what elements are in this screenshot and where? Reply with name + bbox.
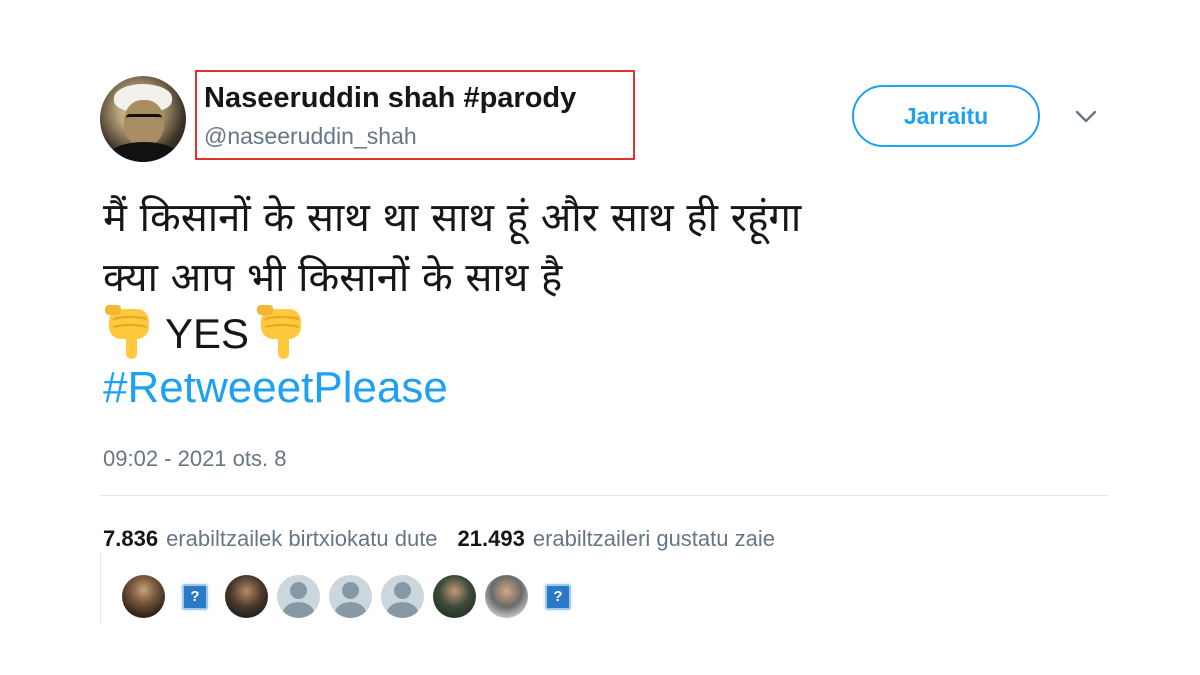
likes-stat[interactable]: 21.493 erabiltzaileri gustatu zaie <box>458 526 775 552</box>
liker-avatar[interactable] <box>225 575 268 618</box>
liker-avatar[interactable] <box>485 575 528 618</box>
user-handle[interactable]: @naseeruddin_shah <box>204 123 417 150</box>
tweet-yes-row: YES <box>103 304 311 364</box>
likes-label: erabiltzaileri gustatu zaie <box>532 526 775 551</box>
default-avatar-icon[interactable] <box>277 575 320 618</box>
pointing-down-emoji-icon <box>257 305 302 359</box>
retweets-label: erabiltzailek birtxiokatu dute <box>166 526 438 551</box>
liker-avatar[interactable] <box>433 575 476 618</box>
broken-image-icon[interactable]: ? <box>182 583 208 610</box>
default-avatar-icon[interactable] <box>329 575 372 618</box>
liker-avatar[interactable] <box>122 575 165 618</box>
divider <box>100 495 1108 496</box>
tweet-text-line-1: मैं किसानों के साथ था साथ हूं और साथ ही … <box>103 195 802 241</box>
pointing-down-emoji-icon <box>105 305 149 359</box>
tweet-timestamp[interactable]: 09:02 - 2021 ots. 8 <box>103 446 286 472</box>
retweets-stat[interactable]: 7.836 erabiltzailek birtxiokatu dute <box>103 526 438 552</box>
likers-avatar-list: ? ? <box>122 575 588 618</box>
tweet-yes-text: YES <box>165 310 250 357</box>
default-avatar-icon[interactable] <box>381 575 424 618</box>
profile-avatar[interactable] <box>100 76 186 162</box>
divider <box>100 552 101 624</box>
likes-count: 21.493 <box>457 526 525 551</box>
retweets-count: 7.836 <box>103 526 159 551</box>
follow-button[interactable]: Jarraitu <box>852 85 1040 147</box>
broken-image-icon[interactable]: ? <box>545 583 571 610</box>
display-name[interactable]: Naseeruddin shah #parody <box>204 82 576 115</box>
chevron-down-icon[interactable] <box>1074 106 1098 126</box>
hashtag-link[interactable]: #RetweeetPlease <box>103 363 448 413</box>
tweet-stats: 7.836 erabiltzailek birtxiokatu dute 21.… <box>103 526 795 552</box>
tweet-text-line-2: क्या आप भी किसानों के साथ है <box>103 255 563 301</box>
